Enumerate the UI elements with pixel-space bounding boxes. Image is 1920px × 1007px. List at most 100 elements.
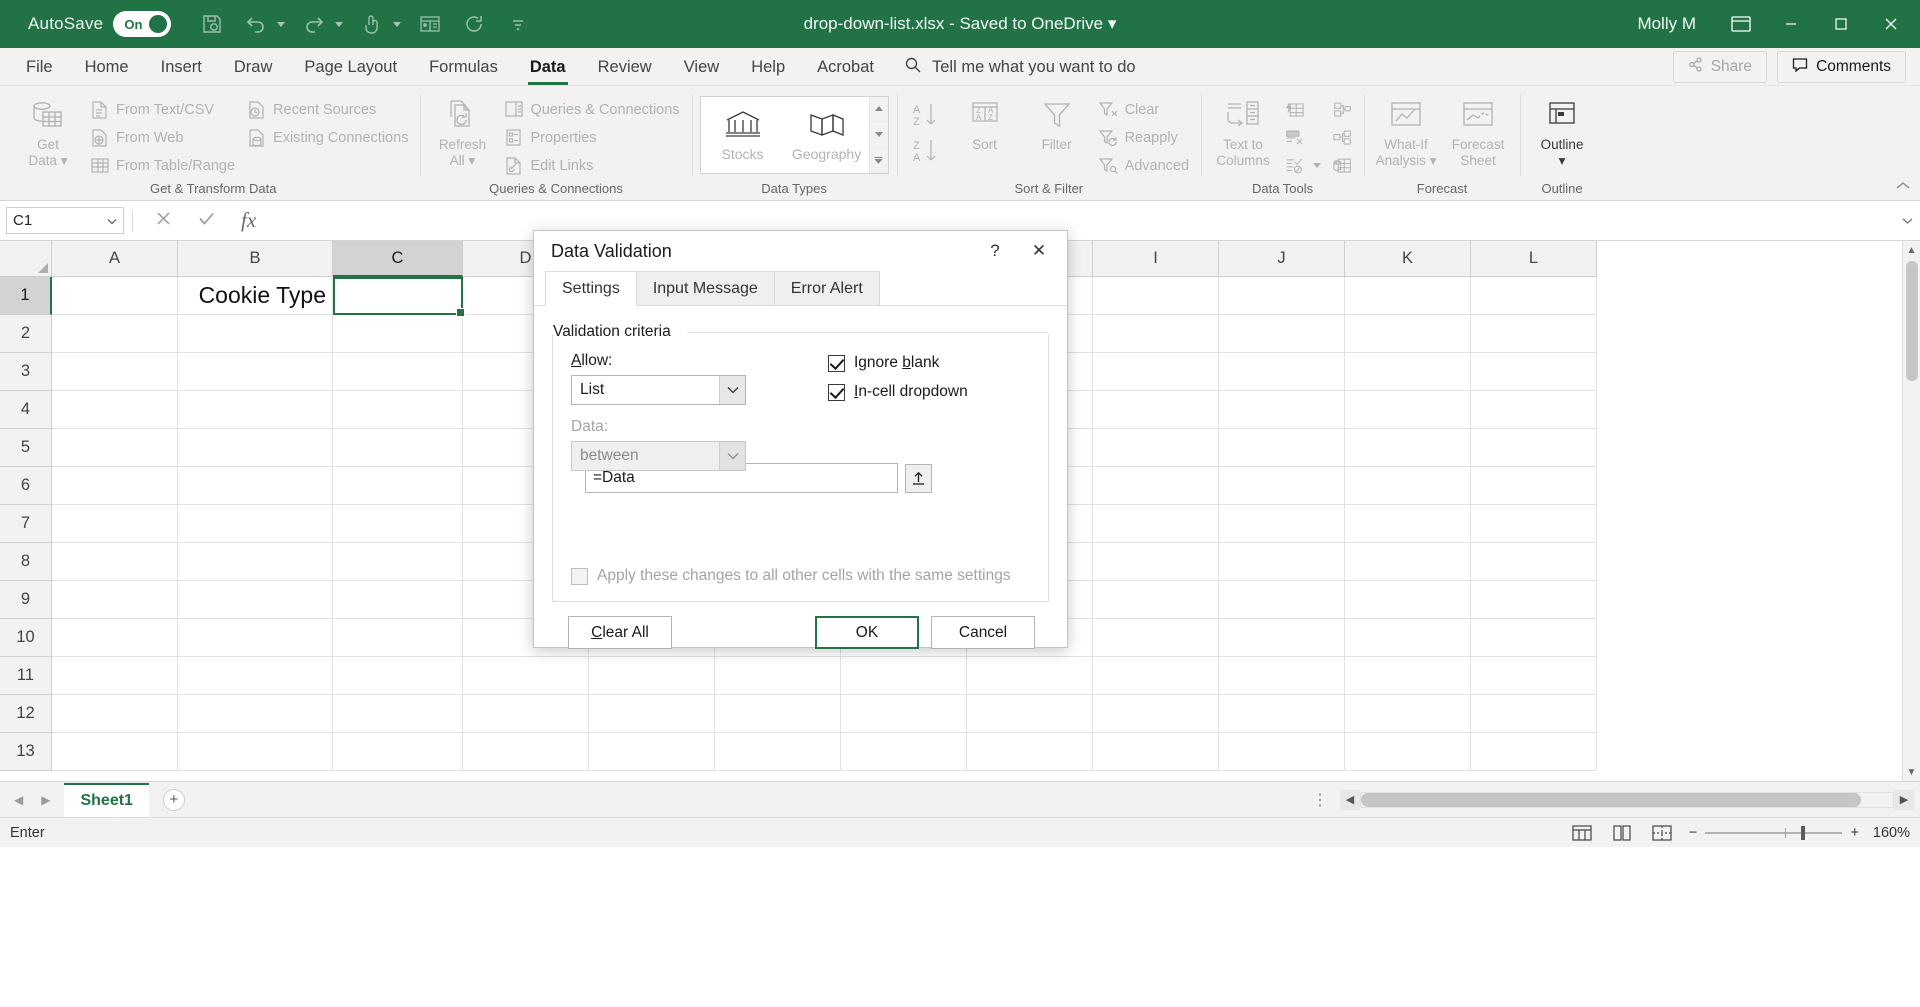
clear-all-button[interactable]: Clear All — [568, 616, 672, 649]
sheet-tab-resize-handle[interactable]: ⋮ — [1300, 790, 1340, 810]
tab-file[interactable]: File — [10, 49, 69, 85]
zoom-out-button[interactable]: − — [1689, 825, 1697, 841]
ribbon-display-options-icon[interactable] — [1718, 0, 1764, 48]
cell-c1[interactable] — [333, 277, 463, 315]
cancel-icon[interactable] — [155, 210, 172, 232]
tab-formulas[interactable]: Formulas — [413, 49, 514, 85]
cell-i6[interactable] — [1093, 467, 1219, 505]
existing-connections-button[interactable]: Existing Connections — [243, 125, 412, 150]
zoom-level[interactable]: 160% — [1873, 825, 1910, 841]
cell-e13[interactable] — [589, 733, 715, 771]
cell-i4[interactable] — [1093, 391, 1219, 429]
insert-function-icon[interactable]: fx — [241, 208, 256, 233]
expand-formula-bar-button[interactable] — [1894, 214, 1920, 228]
cell-a13[interactable] — [52, 733, 178, 771]
cell-b5[interactable] — [178, 429, 333, 467]
cell-g13[interactable] — [841, 733, 967, 771]
cell-f12[interactable] — [715, 695, 841, 733]
cell-c5[interactable] — [333, 429, 463, 467]
tab-settings[interactable]: Settings — [545, 271, 637, 306]
column-header-c[interactable]: C — [333, 241, 463, 277]
range-selector-icon[interactable] — [905, 464, 932, 493]
cell-b13[interactable] — [178, 733, 333, 771]
maximize-icon[interactable] — [1818, 0, 1864, 48]
tab-error-alert[interactable]: Error Alert — [774, 271, 880, 305]
row-header-6[interactable]: 6 — [0, 467, 52, 505]
edit-links-button[interactable]: Edit Links — [500, 153, 683, 178]
close-icon[interactable]: ✕ — [1017, 233, 1061, 269]
sort-button[interactable]: Z A A Z Sort — [951, 94, 1019, 153]
cell-c2[interactable] — [333, 315, 463, 353]
cell-l6[interactable] — [1471, 467, 1597, 505]
advanced-button[interactable]: Advanced — [1095, 153, 1194, 178]
cell-a10[interactable] — [52, 619, 178, 657]
gallery-more-button[interactable] — [870, 148, 888, 173]
user-account-name[interactable]: Molly M — [1637, 14, 1696, 34]
in-cell-dropdown-checkbox[interactable] — [828, 384, 845, 401]
cell-c13[interactable] — [333, 733, 463, 771]
cell-c8[interactable] — [333, 543, 463, 581]
cell-a2[interactable] — [52, 315, 178, 353]
cell-k3[interactable] — [1345, 353, 1471, 391]
cell-j6[interactable] — [1219, 467, 1345, 505]
cell-l2[interactable] — [1471, 315, 1597, 353]
row-header-1[interactable]: 1 — [0, 277, 52, 315]
cell-k4[interactable] — [1345, 391, 1471, 429]
scroll-up-arrow[interactable]: ▲ — [1907, 241, 1917, 259]
text-to-columns-button[interactable]: Text to Columns — [1209, 94, 1277, 168]
scroll-right-arrow[interactable]: ▶ — [1894, 790, 1914, 810]
cell-a9[interactable] — [52, 581, 178, 619]
row-header-11[interactable]: 11 — [0, 657, 52, 695]
row-header-13[interactable]: 13 — [0, 733, 52, 771]
cell-j1[interactable] — [1219, 277, 1345, 315]
document-title[interactable]: drop-down-list.xlsx - Saved to OneDrive — [804, 14, 1104, 33]
stocks-button[interactable]: Stocks — [701, 97, 785, 173]
sort-descending-button[interactable]: Z A — [905, 136, 947, 166]
cell-j13[interactable] — [1219, 733, 1345, 771]
cell-l9[interactable] — [1471, 581, 1597, 619]
cell-a12[interactable] — [52, 695, 178, 733]
cell-j8[interactable] — [1219, 543, 1345, 581]
tab-insert[interactable]: Insert — [145, 49, 218, 85]
save-icon[interactable] — [197, 9, 227, 39]
tab-page-layout[interactable]: Page Layout — [288, 49, 413, 85]
confirm-icon[interactable] — [198, 210, 215, 232]
previous-sheet-arrow[interactable]: ◀ — [14, 793, 23, 807]
cell-b2[interactable] — [178, 315, 333, 353]
scroll-down-arrow[interactable]: ▼ — [1907, 763, 1917, 781]
customize-table-icon[interactable] — [415, 9, 445, 39]
cell-d13[interactable] — [463, 733, 589, 771]
close-icon[interactable] — [1868, 0, 1914, 48]
vertical-scrollbar[interactable]: ▲ ▼ — [1902, 241, 1920, 781]
cell-l1[interactable] — [1471, 277, 1597, 315]
column-header-i[interactable]: I — [1093, 241, 1219, 277]
ok-button[interactable]: OK — [815, 616, 919, 649]
relationships-button[interactable] — [1329, 125, 1356, 150]
ignore-blank-row[interactable]: Ignore blank — [828, 354, 968, 372]
cell-h12[interactable] — [967, 695, 1093, 733]
cell-k11[interactable] — [1345, 657, 1471, 695]
tab-home[interactable]: Home — [69, 49, 145, 85]
cell-b7[interactable] — [178, 505, 333, 543]
cell-l7[interactable] — [1471, 505, 1597, 543]
cell-b1[interactable]: Cookie Type — [178, 277, 333, 315]
help-icon[interactable]: ? — [973, 233, 1017, 269]
cell-l10[interactable] — [1471, 619, 1597, 657]
cell-j2[interactable] — [1219, 315, 1345, 353]
cell-c6[interactable] — [333, 467, 463, 505]
cell-l3[interactable] — [1471, 353, 1597, 391]
cell-a4[interactable] — [52, 391, 178, 429]
recent-sources-button[interactable]: Recent Sources — [243, 97, 412, 122]
row-header-8[interactable]: 8 — [0, 543, 52, 581]
forecast-sheet-button[interactable]: Forecast Sheet — [1444, 94, 1512, 168]
cell-i2[interactable] — [1093, 315, 1219, 353]
page-layout-view-icon[interactable] — [1609, 823, 1635, 843]
touch-mode-icon[interactable] — [357, 9, 387, 39]
cell-a3[interactable] — [52, 353, 178, 391]
autosave-toggle[interactable]: On — [113, 11, 171, 37]
cell-j3[interactable] — [1219, 353, 1345, 391]
comments-button[interactable]: Comments — [1777, 51, 1906, 83]
scroll-left-arrow[interactable]: ◀ — [1340, 790, 1360, 810]
touch-mode-dropdown-arrow[interactable] — [393, 22, 401, 27]
queries-and-connections-button[interactable]: Queries & Connections — [500, 97, 683, 122]
